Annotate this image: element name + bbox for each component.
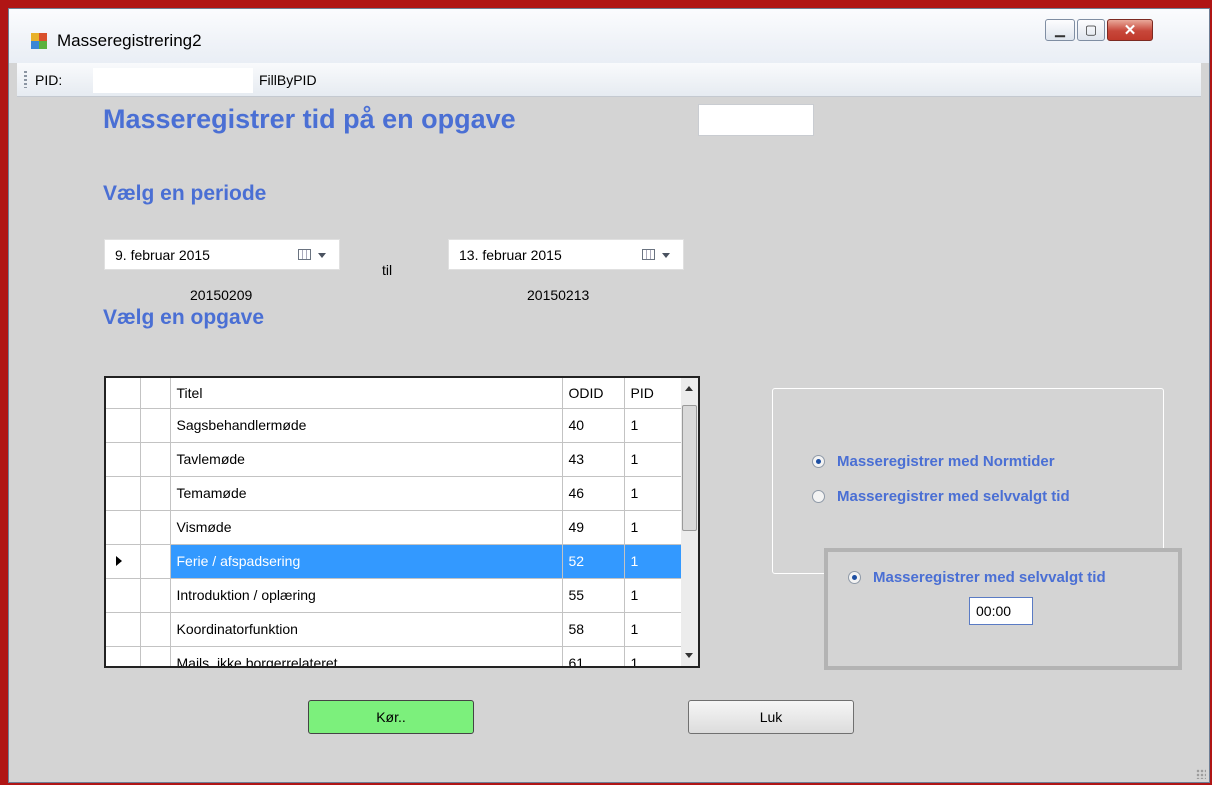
time-input[interactable]: 00:00 bbox=[969, 597, 1033, 625]
cell-titel[interactable]: Koordinatorfunktion bbox=[170, 612, 563, 647]
to-date-value: 13. februar 2015 bbox=[459, 247, 562, 263]
row-header-corner[interactable] bbox=[106, 378, 171, 409]
row-header[interactable] bbox=[106, 578, 171, 613]
title-side-input[interactable] bbox=[698, 104, 814, 136]
cell-odid[interactable]: 49 bbox=[562, 510, 625, 545]
radio-selvvalgt[interactable]: Masseregistrer med selvvalgt tid bbox=[812, 488, 1070, 505]
column-header-odid[interactable]: ODID bbox=[562, 378, 625, 409]
cell-titel[interactable]: Temamøde bbox=[170, 476, 563, 511]
cell-pid[interactable]: 1 bbox=[624, 578, 687, 613]
dropdown-arrow-icon bbox=[318, 253, 326, 258]
table-row[interactable]: Koordinatorfunktion 58 1 bbox=[106, 612, 687, 647]
window-title: Masseregistrering2 bbox=[57, 31, 202, 50]
to-label: til bbox=[382, 262, 393, 278]
cell-titel[interactable]: Sagsbehandlermøde bbox=[170, 408, 563, 443]
cell-odid[interactable]: 43 bbox=[562, 442, 625, 477]
maximize-button[interactable]: ▢ bbox=[1077, 19, 1105, 41]
title-bar: Masseregistrering2 ▁ ▢ ✕ bbox=[9, 9, 1209, 63]
period-heading: Vælg en periode bbox=[103, 182, 267, 205]
row-header[interactable] bbox=[106, 646, 171, 666]
cell-odid[interactable]: 40 bbox=[562, 408, 625, 443]
registration-options-group bbox=[772, 388, 1164, 574]
cell-odid[interactable]: 58 bbox=[562, 612, 625, 647]
from-date-picker[interactable]: 9. februar 2015 bbox=[104, 239, 340, 270]
table-row[interactable]: Mails, ikke borgerrelateret 61 1 bbox=[106, 646, 687, 666]
minimize-icon: ▁ bbox=[1055, 22, 1065, 37]
task-grid[interactable]: Titel ODID PID Sagsbehandlermøde 40 1 Ta… bbox=[104, 376, 700, 668]
minimize-button[interactable]: ▁ bbox=[1045, 19, 1075, 41]
cell-pid[interactable]: 1 bbox=[624, 408, 687, 443]
row-header[interactable] bbox=[106, 408, 171, 443]
cell-titel[interactable]: Mails, ikke borgerrelateret bbox=[170, 646, 563, 666]
cell-pid[interactable]: 1 bbox=[624, 510, 687, 545]
maximize-icon: ▢ bbox=[1084, 22, 1098, 37]
grid-vertical-scrollbar[interactable] bbox=[681, 378, 698, 666]
close-window-button[interactable]: ✕ bbox=[1107, 19, 1153, 41]
close-icon: ✕ bbox=[1123, 22, 1137, 39]
to-date-picker[interactable]: 13. februar 2015 bbox=[448, 239, 684, 270]
table-row[interactable]: Vismøde 49 1 bbox=[106, 510, 687, 545]
cell-pid[interactable]: 1 bbox=[624, 544, 687, 579]
radio-unchecked-icon[interactable] bbox=[812, 490, 825, 503]
scroll-up-icon[interactable] bbox=[685, 386, 693, 391]
scrollbar-thumb[interactable] bbox=[682, 405, 697, 531]
fill-by-pid-button[interactable]: FillByPID bbox=[259, 72, 317, 88]
table-row[interactable]: Temamøde 46 1 bbox=[106, 476, 687, 511]
to-date-code: 20150213 bbox=[527, 287, 590, 303]
cell-pid[interactable]: 1 bbox=[624, 612, 687, 647]
cell-titel[interactable]: Introduktion / oplæring bbox=[170, 578, 563, 613]
row-header[interactable] bbox=[106, 612, 171, 647]
cell-odid[interactable]: 52 bbox=[562, 544, 625, 579]
task-heading: Vælg en opgave bbox=[103, 306, 265, 329]
close-button[interactable]: Luk bbox=[688, 700, 854, 734]
scroll-down-icon[interactable] bbox=[685, 653, 693, 658]
app-icon bbox=[31, 33, 47, 49]
toolbar-grip-icon[interactable] bbox=[24, 71, 27, 88]
row-header[interactable] bbox=[106, 544, 171, 579]
cell-titel[interactable]: Vismøde bbox=[170, 510, 563, 545]
dropdown-arrow-icon bbox=[662, 253, 670, 258]
radio-checked-icon[interactable] bbox=[848, 571, 861, 584]
pid-label: PID: bbox=[35, 72, 63, 88]
calendar-icon bbox=[298, 249, 311, 260]
column-header-titel[interactable]: Titel bbox=[170, 378, 563, 409]
radio-selvvalgt-panel[interactable]: Masseregistrer med selvvalgt tid bbox=[848, 569, 1106, 586]
cell-titel[interactable]: Tavlemøde bbox=[170, 442, 563, 477]
run-button[interactable]: Kør.. bbox=[308, 700, 474, 734]
radio-selvvalgt-panel-label[interactable]: Masseregistrer med selvvalgt tid bbox=[873, 569, 1106, 586]
row-header[interactable] bbox=[106, 510, 171, 545]
cell-pid[interactable]: 1 bbox=[624, 646, 687, 666]
table-row-selected[interactable]: Ferie / afspadsering 52 1 bbox=[106, 544, 687, 579]
row-header[interactable] bbox=[106, 476, 171, 511]
radio-normtider-label[interactable]: Masseregistrer med Normtider bbox=[837, 453, 1055, 470]
cell-odid[interactable]: 61 bbox=[562, 646, 625, 666]
table-row[interactable]: Tavlemøde 43 1 bbox=[106, 442, 687, 477]
from-date-value: 9. februar 2015 bbox=[115, 247, 210, 263]
pid-input[interactable] bbox=[93, 68, 253, 93]
radio-checked-icon[interactable] bbox=[812, 455, 825, 468]
radio-selvvalgt-label[interactable]: Masseregistrer med selvvalgt tid bbox=[837, 488, 1070, 505]
table-row[interactable]: Introduktion / oplæring 55 1 bbox=[106, 578, 687, 613]
cell-titel[interactable]: Ferie / afspadsering bbox=[170, 544, 563, 579]
current-row-arrow-icon bbox=[116, 556, 122, 566]
from-date-code: 20150209 bbox=[190, 287, 253, 303]
radio-normtider[interactable]: Masseregistrer med Normtider bbox=[812, 453, 1055, 470]
row-header[interactable] bbox=[106, 442, 171, 477]
toolbar: PID: FillByPID bbox=[17, 63, 1201, 97]
column-header-pid[interactable]: PID bbox=[624, 378, 687, 409]
resize-grip-icon[interactable] bbox=[1196, 769, 1206, 779]
cell-odid[interactable]: 46 bbox=[562, 476, 625, 511]
cell-pid[interactable]: 1 bbox=[624, 476, 687, 511]
page-title: Masseregistrer tid på en opgave bbox=[103, 104, 516, 134]
cell-odid[interactable]: 55 bbox=[562, 578, 625, 613]
row-header-divider bbox=[140, 378, 141, 666]
task-table: Titel ODID PID Sagsbehandlermøde 40 1 Ta… bbox=[106, 378, 687, 666]
cell-pid[interactable]: 1 bbox=[624, 442, 687, 477]
table-row[interactable]: Sagsbehandlermøde 40 1 bbox=[106, 408, 687, 443]
calendar-icon bbox=[642, 249, 655, 260]
